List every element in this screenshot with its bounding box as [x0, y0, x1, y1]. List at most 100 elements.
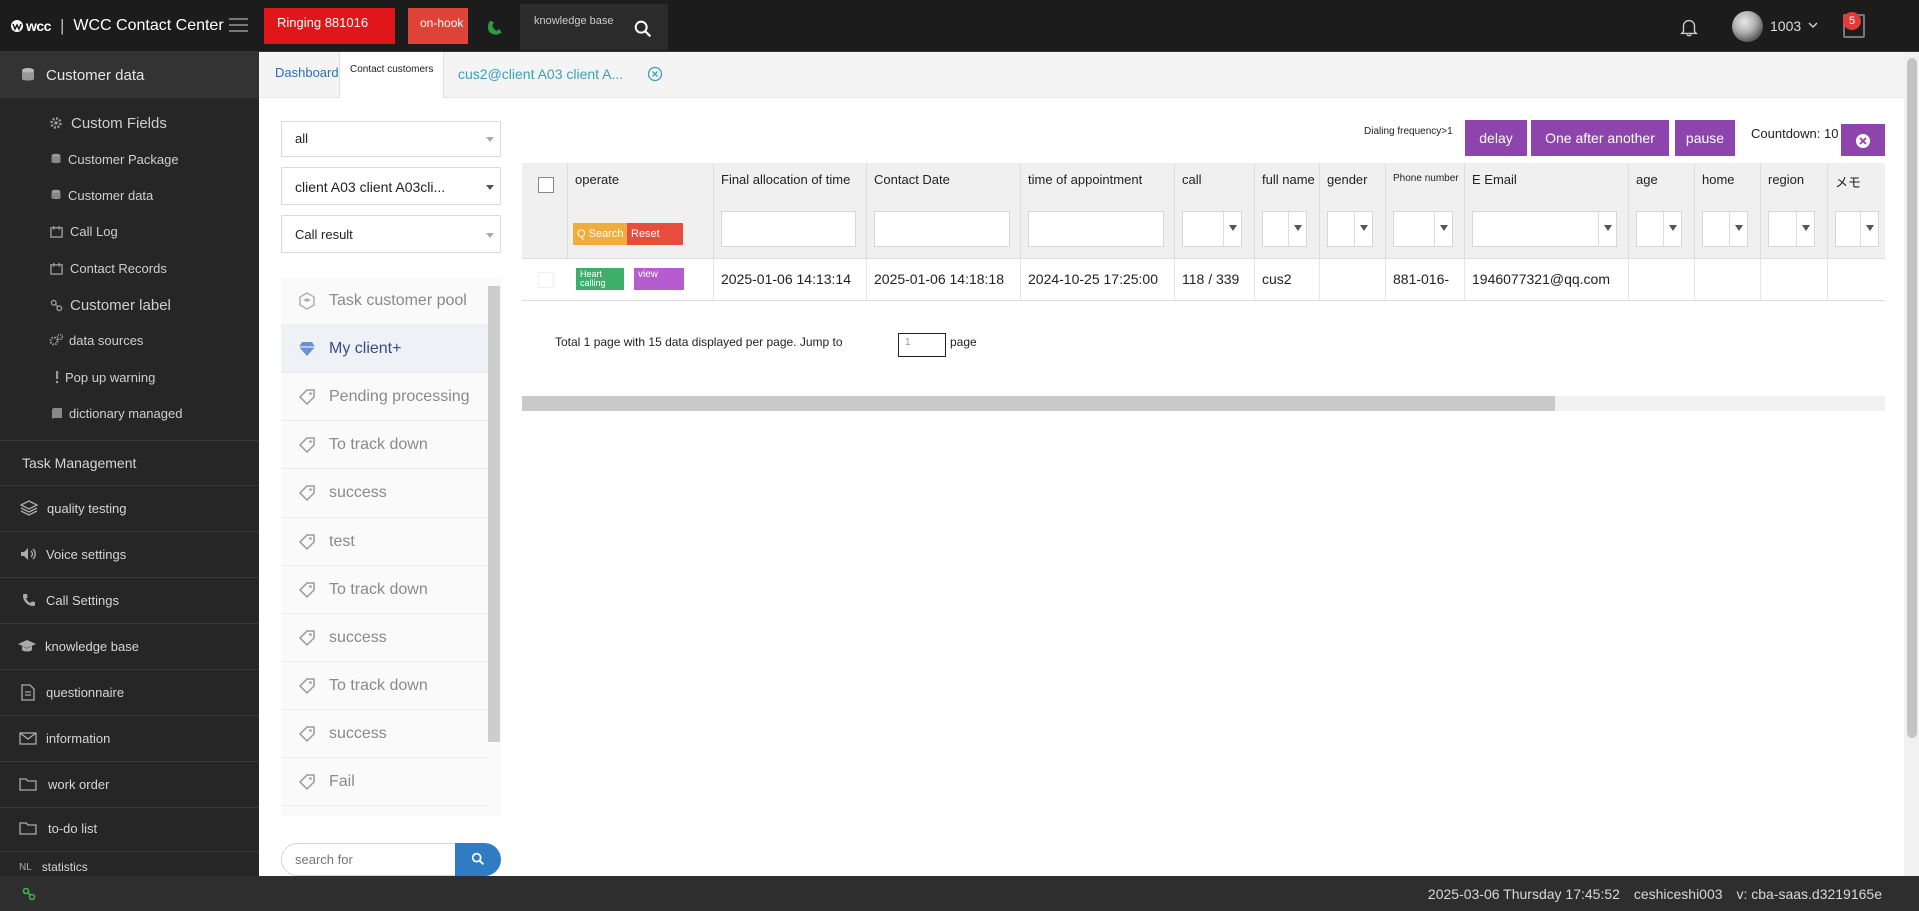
filter-select[interactable]: [1182, 211, 1242, 247]
task-list-item[interactable]: success: [281, 469, 488, 518]
client-select[interactable]: client A03 client A03cli...: [281, 167, 501, 205]
chevron-down-icon[interactable]: [1807, 19, 1819, 31]
search-field[interactable]: [281, 843, 456, 876]
sidebar-item-questionnaire[interactable]: questionnaire: [0, 676, 259, 708]
sidebar-item-to-do-list[interactable]: to-do list: [0, 812, 259, 844]
avatar[interactable]: [1732, 11, 1763, 42]
sidebar-item-customer-data[interactable]: Customer data: [0, 52, 259, 98]
sidebar-item-information[interactable]: information: [0, 722, 259, 754]
sidebar-item-pop-up-warning[interactable]: Pop up warning: [0, 362, 259, 392]
sidebar-item-custom-fields[interactable]: Custom Fields: [0, 108, 259, 138]
database-icon: [51, 189, 61, 200]
search-button[interactable]: Q Search: [573, 223, 629, 245]
sidebar-item-label: Custom Fields: [71, 114, 167, 132]
sidebar-item-quality-testing[interactable]: quality testing: [0, 492, 259, 524]
sidebar-item-knowledge-base[interactable]: knowledge base: [0, 630, 259, 662]
filter-select[interactable]: [1768, 211, 1815, 247]
search-input[interactable]: [295, 852, 445, 867]
sidebar-item-label: Pop up warning: [65, 369, 156, 385]
task-list-item[interactable]: To track down: [281, 566, 488, 614]
filter-input[interactable]: [1028, 211, 1164, 247]
page-jump-input[interactable]: 1: [898, 333, 946, 357]
phone-icon: [23, 594, 35, 606]
scope-select[interactable]: all: [281, 121, 501, 157]
column-header-label: home: [1702, 172, 1735, 187]
call-result-select-value: Call result: [295, 227, 353, 242]
sidebar-item-contact-records[interactable]: Contact Records: [0, 253, 259, 283]
sidebar-item-customer-data-sub[interactable]: Customer data: [0, 180, 259, 210]
one-after-another-button[interactable]: One after another: [1531, 120, 1669, 156]
gears-icon: [49, 333, 63, 346]
page-scroll-thumb[interactable]: [1907, 58, 1917, 738]
tab-contact-customers[interactable]: Contact customers: [339, 52, 444, 98]
sidebar-item-customer-package[interactable]: Customer Package: [0, 144, 259, 174]
filter-input[interactable]: [721, 211, 856, 247]
table-scroll-thumb[interactable]: [522, 396, 1555, 411]
task-list-item[interactable]: To track down: [281, 662, 488, 710]
tab-dashboard[interactable]: Dashboard: [275, 65, 339, 80]
filter-select[interactable]: [1472, 211, 1617, 247]
sidebar-item-call-settings[interactable]: Call Settings: [0, 584, 259, 616]
filter-select[interactable]: [1393, 211, 1453, 247]
task-list-item[interactable]: success: [281, 614, 488, 662]
ringing-status-button[interactable]: Ringing 881016: [264, 8, 395, 44]
filter-select[interactable]: [1636, 211, 1682, 247]
sidebar-item-label: statistics: [41, 860, 88, 874]
caret-down-icon: [1229, 225, 1237, 231]
sidebar-item-voice-settings[interactable]: Voice settings: [0, 538, 259, 570]
task-list-item[interactable]: Pending processing: [281, 373, 488, 421]
search-icon: [471, 852, 484, 865]
filter-select[interactable]: [1262, 211, 1307, 247]
call-result-select[interactable]: Call result: [281, 215, 501, 253]
select-all-checkbox[interactable]: [538, 177, 554, 193]
search-icon[interactable]: [632, 18, 654, 40]
filter-select[interactable]: [1327, 211, 1373, 247]
pause-button[interactable]: pause: [1675, 120, 1735, 156]
menu-toggle-icon[interactable]: [229, 18, 248, 34]
phone-icon[interactable]: [484, 17, 506, 39]
column-header-label: E Email: [1472, 172, 1517, 187]
user-name[interactable]: 1003: [1770, 18, 1801, 34]
close-dialing-button[interactable]: [1841, 124, 1885, 156]
status-account: ceshiceshi003: [1633, 886, 1723, 902]
knowledge-base-search[interactable]: knowledge base: [520, 4, 668, 50]
delay-button[interactable]: delay: [1465, 120, 1527, 156]
bell-icon[interactable]: [1678, 16, 1700, 38]
reset-button[interactable]: Reset: [627, 223, 683, 245]
view-button[interactable]: view: [634, 268, 684, 290]
filter-select[interactable]: [1702, 211, 1748, 247]
caret-down-icon: [1294, 225, 1302, 231]
sidebar-item-data-sources[interactable]: data sources: [0, 325, 259, 355]
sidebar-item-work-order[interactable]: work order: [0, 768, 259, 800]
column-header-label: age: [1636, 172, 1658, 187]
heart-calling-button[interactable]: Heart calling: [576, 268, 624, 290]
filter-input[interactable]: [874, 211, 1010, 247]
task-list-item[interactable]: Fail: [281, 758, 488, 806]
sidebar-item-call-log[interactable]: Call Log: [0, 216, 259, 246]
task-list-item-label: success: [329, 724, 387, 742]
on-hook-button[interactable]: on-hook: [408, 8, 468, 44]
sidebar-divider: [0, 761, 259, 762]
sidebar-divider: [0, 577, 259, 578]
diamond-icon: [299, 341, 315, 356]
sidebar-item-statistics[interactable]: NL statistics: [0, 855, 259, 876]
layers-icon: [20, 500, 38, 516]
task-list-item-label: To track down: [329, 676, 428, 694]
task-list-item[interactable]: success: [281, 710, 488, 758]
tab-client[interactable]: cus2@client A03 client A...: [458, 66, 623, 82]
sidebar-item-label: Customer Package: [68, 151, 179, 167]
sidebar-item-dictionary-managed[interactable]: dictionary managed: [0, 398, 259, 428]
close-tab-icon[interactable]: [647, 66, 663, 82]
row-checkbox[interactable]: [538, 272, 554, 288]
search-button[interactable]: [455, 843, 501, 876]
task-list-item[interactable]: To track down: [281, 421, 488, 469]
sidebar-item-task-management[interactable]: Task Management: [0, 448, 259, 478]
task-list-item[interactable]: My client+: [281, 325, 488, 373]
table-row[interactable]: Heart calling view 2025-01-06 14:13:14 2…: [522, 259, 1885, 301]
task-list-scrollbar[interactable]: [488, 286, 500, 742]
task-list-item[interactable]: Task customer pool: [281, 278, 488, 325]
task-list-item[interactable]: test: [281, 518, 488, 566]
caret-down-icon: [1604, 225, 1612, 231]
sidebar-item-customer-label[interactable]: Customer label: [0, 289, 259, 321]
filter-select[interactable]: [1835, 211, 1879, 247]
